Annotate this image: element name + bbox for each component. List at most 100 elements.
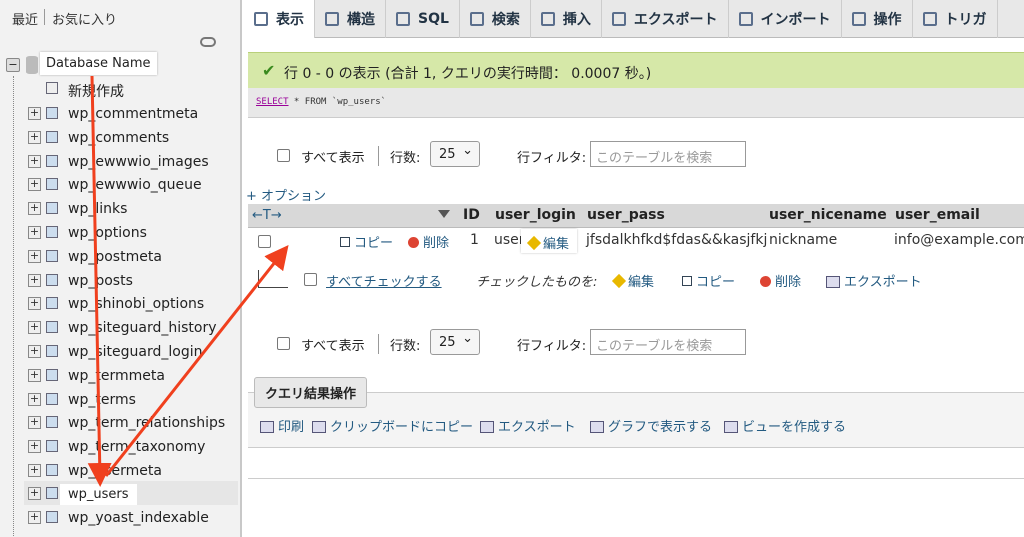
tree-item-table[interactable]: + wp_options — [28, 222, 238, 244]
show-all-checkbox[interactable] — [277, 337, 290, 350]
clipboard-link[interactable]: クリップボードにコピー — [312, 416, 473, 435]
expand-icon[interactable]: + — [28, 416, 41, 430]
expand-icon[interactable]: + — [28, 321, 41, 335]
with-selected-label: チェックしたものを: — [476, 275, 598, 290]
bulk-export-button[interactable]: エクスポート — [826, 271, 922, 290]
expand-icon[interactable]: + — [28, 154, 41, 168]
tree-item-table[interactable]: + wp_commentmeta — [28, 103, 238, 125]
tab-3[interactable]: 検索 — [460, 0, 531, 38]
expand-icon[interactable]: + — [28, 178, 41, 192]
table-icon — [46, 368, 58, 381]
table-name: wp_commentmeta — [68, 106, 199, 122]
show-all-checkbox[interactable] — [277, 149, 290, 162]
tree-item-table[interactable]: + wp_ewwwio_images — [28, 151, 238, 173]
delete-button[interactable]: 削除 — [408, 232, 449, 251]
tree-item-table[interactable]: + wp_termmeta — [28, 365, 238, 387]
expand-icon[interactable]: + — [28, 107, 41, 120]
tab-4[interactable]: 挿入 — [531, 0, 602, 38]
filter-input[interactable]: このテーブルを検索 — [590, 141, 746, 167]
copy-button[interactable]: コピー — [340, 232, 393, 251]
expand-icon[interactable]: + — [28, 368, 41, 382]
expand-icon[interactable]: + — [28, 345, 41, 358]
bulk-delete-button[interactable]: 削除 — [760, 271, 801, 290]
tree-item-table[interactable]: + wp_posts — [28, 270, 238, 292]
tree-item-table[interactable]: + wp_term_taxonomy — [28, 436, 238, 458]
header-id[interactable]: ID — [463, 207, 480, 223]
bulk-copy-button[interactable]: コピー — [682, 271, 735, 290]
edit-link[interactable]: 編集 — [526, 233, 569, 252]
top-navigation-bar: すべて表示 行数: 25 行フィルタ: このテーブルを検索 — [274, 141, 774, 171]
table-icon — [46, 130, 58, 143]
expand-icon[interactable]: + — [28, 226, 41, 239]
tree-item-table[interactable]: + wp_term_relationships — [28, 412, 238, 434]
database-name[interactable]: Database Name — [40, 52, 157, 75]
sql-keyword[interactable]: SELECT — [256, 97, 289, 107]
tree-item-table[interactable]: + wp_shinobi_options — [28, 293, 238, 315]
bulk-export-label: エクスポート — [844, 275, 922, 290]
tree-item-table[interactable]: + wp_siteguard_history — [28, 317, 238, 339]
check-all-link[interactable]: すべてチェックする — [326, 271, 442, 290]
expand-icon[interactable]: + — [28, 487, 41, 500]
tree-item-wp-yoast-indexable[interactable]: + wp_yoast_indexable — [28, 507, 238, 529]
rows-select[interactable]: 25 — [430, 141, 480, 167]
table-name: wp_options — [68, 225, 147, 241]
tree-item-table[interactable]: + wp_comments — [28, 127, 238, 149]
sort-dropdown-icon[interactable] — [438, 210, 450, 218]
rows-select[interactable]: 25 — [430, 329, 480, 355]
tab-8[interactable]: トリガ — [913, 0, 998, 38]
selected-table-label[interactable]: wp_users — [60, 484, 137, 505]
tree-item-table[interactable]: + wp_postmeta — [28, 246, 238, 268]
success-text: 行 0 - 0 の表示 (合計 1, クエリの実行時間： 0.0007 秒。) — [284, 66, 652, 82]
tree-item-table[interactable]: + wp_terms — [28, 389, 238, 411]
expand-icon[interactable]: + — [28, 202, 41, 216]
expand-icon[interactable]: + — [28, 464, 41, 477]
bulk-edit-button[interactable]: 編集 — [611, 271, 654, 290]
table-header: ←T→ ID user_login user_pass user_nicenam… — [248, 204, 1024, 228]
delete-icon — [760, 276, 771, 287]
separator — [378, 146, 379, 166]
tab-6[interactable]: インポート — [729, 0, 842, 38]
header-user-pass[interactable]: user_pass — [587, 207, 665, 223]
expand-icon[interactable]: + — [28, 440, 41, 454]
recent-tab[interactable]: 最近 — [12, 9, 38, 28]
tab-2[interactable]: SQL — [386, 0, 460, 38]
sql-query[interactable]: SELECT * FROM `wp_users` — [256, 97, 386, 107]
header-user-nicename[interactable]: user_nicename — [769, 207, 887, 223]
tree-item-table[interactable]: + wp_ewwwio_queue — [28, 174, 238, 196]
chart-link[interactable]: グラフで表示する — [590, 416, 712, 435]
row-checkbox[interactable] — [258, 235, 271, 248]
export-link[interactable]: エクスポート — [480, 416, 576, 435]
column-arrows[interactable]: ←T→ — [252, 208, 282, 223]
options-link[interactable]: + オプション — [246, 185, 326, 204]
favorites-tab[interactable]: お気に入り — [52, 9, 117, 28]
tab-1[interactable]: 構造 — [315, 0, 386, 38]
print-label: 印刷 — [278, 420, 305, 435]
tab-5[interactable]: エクスポート — [602, 0, 729, 38]
expand-icon[interactable]: + — [28, 130, 41, 144]
header-user-login[interactable]: user_login — [495, 207, 576, 223]
expand-icon[interactable]: + — [28, 392, 41, 406]
check-all-checkbox[interactable] — [304, 273, 317, 286]
table-name: wp_links — [68, 201, 128, 218]
expand-icon[interactable]: + — [28, 273, 41, 287]
filter-input[interactable]: このテーブルを検索 — [590, 329, 746, 355]
tree-item-table[interactable]: + wp_links — [28, 198, 238, 220]
main-panel: 表示 構造 SQL 検索 挿入 エクスポート インポート 操作 トリガ ✔ 行 0 - 0 の表… — [244, 0, 1024, 537]
link-icon[interactable] — [200, 37, 216, 47]
collapse-icon[interactable]: − — [6, 58, 20, 72]
table-name: wp_comments — [68, 129, 170, 146]
tab-0[interactable]: 表示 — [244, 0, 315, 38]
header-user-email[interactable]: user_email — [895, 207, 980, 223]
new-table-item[interactable]: 新規作成 — [28, 78, 238, 100]
tree-item-table[interactable]: + wp_usermeta — [28, 460, 238, 482]
table-name: wp_posts — [68, 272, 133, 289]
expand-icon[interactable]: + — [28, 249, 41, 263]
tab-7[interactable]: 操作 — [842, 0, 913, 38]
expand-icon[interactable]: + — [28, 511, 41, 524]
triggers-icon — [922, 12, 937, 26]
expand-icon[interactable]: + — [28, 297, 41, 311]
tree-item-table[interactable]: + wp_siteguard_login — [28, 341, 238, 363]
create-view-link[interactable]: ビューを作成する — [724, 416, 846, 435]
print-link[interactable]: 印刷 — [260, 416, 304, 435]
tab-label: 構造 — [347, 12, 375, 28]
